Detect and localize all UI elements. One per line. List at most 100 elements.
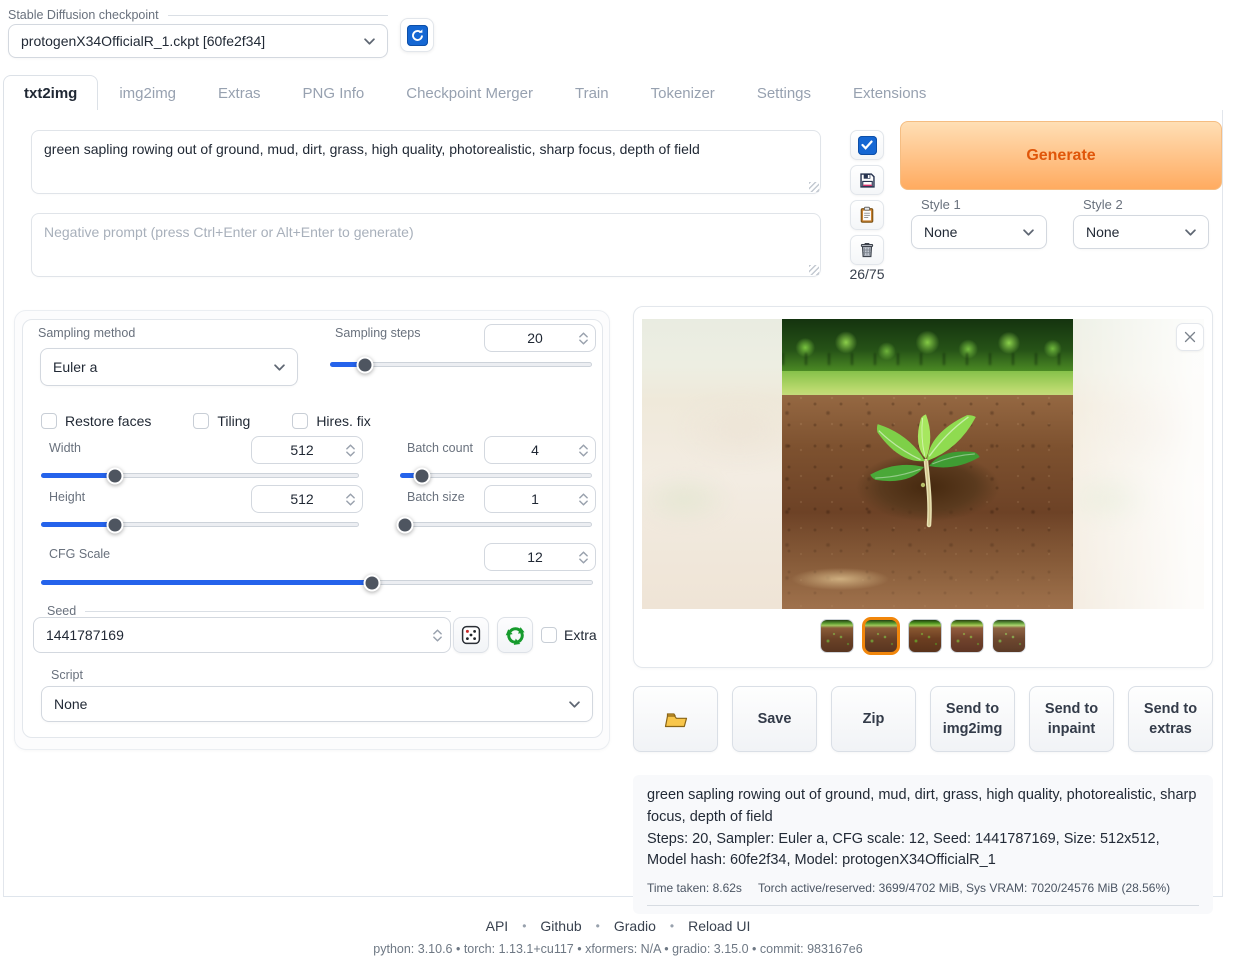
style1-dropdown[interactable]: None — [911, 215, 1047, 249]
sampling-steps-value: 20 — [493, 330, 577, 346]
seed-input[interactable]: 1441787169 — [33, 617, 451, 653]
spinner-down-icon[interactable] — [579, 451, 588, 457]
refresh-checkpoint-button[interactable] — [400, 18, 434, 52]
cfg-scale-slider[interactable] — [41, 580, 593, 585]
zip-button[interactable]: Zip — [831, 686, 916, 752]
interrogate-button[interactable] — [850, 130, 884, 160]
tab-txt2img[interactable]: txt2img — [3, 75, 98, 114]
spinner-down-icon[interactable] — [346, 451, 355, 457]
sampling-steps-input[interactable]: 20 — [484, 324, 596, 352]
chevron-down-icon — [364, 38, 375, 45]
slider-knob[interactable] — [106, 467, 123, 484]
close-icon — [1184, 331, 1196, 343]
tab-extensions[interactable]: Extensions — [832, 76, 947, 113]
negative-prompt-input[interactable] — [31, 213, 821, 277]
slider-knob[interactable] — [364, 574, 381, 591]
chevron-down-icon — [274, 364, 285, 371]
footer-links: API • Github • Gradio • Reload UI — [0, 918, 1236, 934]
generation-info: green sapling rowing out of ground, mud,… — [633, 775, 1213, 914]
sampling-steps-label: Sampling steps — [335, 326, 420, 340]
spinner-up-icon[interactable] — [579, 444, 588, 450]
thumbnail-2-selected[interactable] — [862, 617, 900, 655]
batch-size-slider[interactable] — [400, 522, 592, 527]
tab-img2img[interactable]: img2img — [98, 76, 197, 113]
footer-link-api[interactable]: API — [486, 918, 509, 934]
restore-faces-label: Restore faces — [65, 413, 151, 429]
spinner-up-icon[interactable] — [579, 332, 588, 338]
restore-faces-checkbox[interactable] — [41, 413, 57, 429]
height-input[interactable]: 512 — [251, 485, 363, 513]
thumbnail-4[interactable] — [950, 619, 984, 653]
send-to-extras-button[interactable]: Send to extras — [1128, 686, 1213, 752]
sampling-method-dropdown[interactable]: Euler a — [40, 348, 298, 386]
close-gallery-button[interactable] — [1176, 323, 1204, 351]
tab-extras[interactable]: Extras — [197, 76, 282, 113]
random-seed-button[interactable] — [453, 617, 489, 653]
spinner-down-icon[interactable] — [579, 339, 588, 345]
folder-icon — [664, 710, 688, 728]
resize-grip-icon[interactable] — [809, 265, 819, 275]
slider-knob[interactable] — [396, 516, 413, 533]
tab-tokenizer[interactable]: Tokenizer — [630, 76, 736, 113]
spinner-up-icon[interactable] — [579, 493, 588, 499]
tab-checkpoint-merger[interactable]: Checkpoint Merger — [385, 76, 554, 113]
spinner-down-icon[interactable] — [433, 636, 442, 642]
batch-count-input[interactable]: 4 — [484, 436, 596, 464]
clipboard-icon — [858, 206, 876, 224]
batch-count-value: 4 — [493, 442, 577, 458]
clear-prompt-button[interactable] — [850, 235, 884, 265]
save-style-button[interactable] — [850, 165, 884, 195]
apply-style-button[interactable] — [850, 200, 884, 230]
thumbnail-3[interactable] — [908, 619, 942, 653]
save-button[interactable]: Save — [732, 686, 817, 752]
legend-rule — [168, 15, 388, 16]
cfg-scale-label: CFG Scale — [49, 547, 110, 561]
hires-fix-checkbox[interactable] — [292, 413, 308, 429]
style1-value: None — [924, 224, 957, 240]
style2-dropdown[interactable]: None — [1073, 215, 1209, 249]
extra-seed-checkbox[interactable] — [541, 627, 557, 643]
spinner-up-icon[interactable] — [346, 493, 355, 499]
spinner-down-icon[interactable] — [346, 500, 355, 506]
checkpoint-dropdown[interactable]: protogenX34OfficialR_1.ckpt [60fe2f34] — [8, 24, 388, 58]
reuse-seed-button[interactable] — [497, 617, 533, 653]
footer-link-github[interactable]: Github — [540, 918, 581, 934]
tab-png-info[interactable]: PNG Info — [282, 76, 386, 113]
footer-separator: • — [670, 919, 674, 933]
send-to-inpaint-button[interactable]: Send to inpaint — [1029, 686, 1114, 752]
width-input[interactable]: 512 — [251, 436, 363, 464]
sampling-steps-slider[interactable] — [330, 362, 592, 367]
chevron-down-icon — [1185, 229, 1196, 236]
checkpoint-selector-group: Stable Diffusion checkpoint protogenX34O… — [8, 8, 388, 58]
width-slider[interactable] — [41, 473, 359, 478]
thumbnail-5[interactable] — [992, 619, 1026, 653]
batch-size-input[interactable]: 1 — [484, 485, 596, 513]
footer-link-reload-ui[interactable]: Reload UI — [688, 918, 750, 934]
height-slider[interactable] — [41, 522, 359, 527]
spinner-down-icon[interactable] — [579, 558, 588, 564]
tab-train[interactable]: Train — [554, 76, 630, 113]
tab-settings[interactable]: Settings — [736, 76, 832, 113]
open-folder-button[interactable] — [633, 686, 718, 752]
generate-button[interactable]: Generate — [900, 121, 1222, 190]
cfg-scale-input[interactable]: 12 — [484, 543, 596, 571]
footer-link-gradio[interactable]: Gradio — [614, 918, 656, 934]
slider-knob[interactable] — [106, 516, 123, 533]
spinner-down-icon[interactable] — [579, 500, 588, 506]
height-value: 512 — [260, 491, 344, 507]
prompt-input[interactable]: green sapling rowing out of ground, mud,… — [31, 130, 821, 194]
image-sapling — [853, 363, 1003, 533]
script-dropdown[interactable]: None — [41, 686, 593, 722]
thumbnail-1[interactable] — [820, 619, 854, 653]
resize-grip-icon[interactable] — [809, 182, 819, 192]
send-to-img2img-button[interactable]: Send to img2img — [930, 686, 1015, 752]
spinner-up-icon[interactable] — [346, 444, 355, 450]
tiling-checkbox[interactable] — [193, 413, 209, 429]
spinner-up-icon[interactable] — [579, 551, 588, 557]
slider-knob[interactable] — [356, 356, 373, 373]
generated-image[interactable] — [782, 319, 1073, 609]
info-time-taken: Time taken: 8.62s — [647, 879, 742, 897]
spinner-up-icon[interactable] — [433, 629, 442, 635]
batch-count-slider[interactable] — [400, 473, 592, 478]
slider-knob[interactable] — [413, 467, 430, 484]
